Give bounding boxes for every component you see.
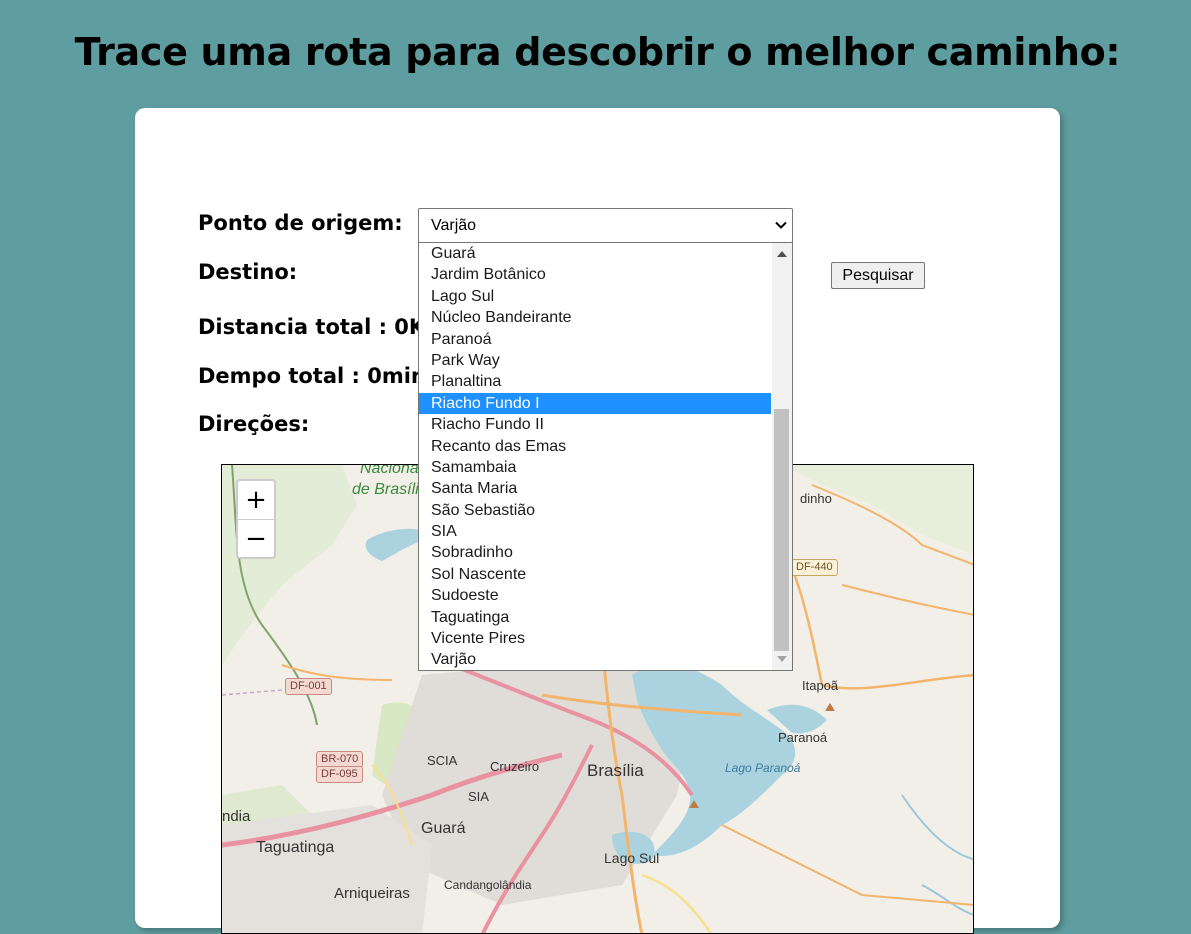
map-label: Cruzeiro <box>490 759 540 774</box>
origin-label: Ponto de origem: <box>198 211 403 235</box>
dropdown-option[interactable]: Sudoeste <box>419 585 771 606</box>
map-label: Guará <box>421 820 466 837</box>
chevron-down-icon <box>775 221 787 229</box>
map-label: ndia <box>222 808 251 825</box>
dropdown-option[interactable]: São Sebastião <box>419 500 771 521</box>
zoom-out-button[interactable]: − <box>238 520 274 558</box>
map-label: Brasília <box>587 761 644 780</box>
origin-select-value: Varjão <box>431 217 477 234</box>
directions-label: Direções: <box>198 412 310 436</box>
map-label: SIA <box>468 789 489 804</box>
page-title: Trace uma rota para descobrir o melhor c… <box>74 30 1121 74</box>
map-label: Taguatinga <box>256 839 335 856</box>
dropdown-option[interactable]: Samambaia <box>419 457 771 478</box>
map-label: Paranoá <box>778 730 828 745</box>
scrollbar[interactable] <box>772 243 792 670</box>
map-label: Arniqueiras <box>334 885 410 902</box>
dropdown-option[interactable]: Sobradinho <box>419 542 771 563</box>
road-shield: DF-095 <box>316 766 363 783</box>
map-label: Candangolândia <box>444 878 532 892</box>
map-label: Lago Sul <box>604 850 660 866</box>
destination-label: Destino: <box>198 260 298 284</box>
dropdown-option[interactable]: Riacho Fundo I <box>419 392 771 415</box>
dropdown-option[interactable]: Santa Maria <box>419 478 771 499</box>
dropdown-option[interactable]: Taguatinga <box>419 607 771 628</box>
dropdown-option[interactable]: Sol Nascente <box>419 564 771 585</box>
map-label: Itapoã <box>802 678 839 693</box>
zoom-control: + − <box>236 479 276 559</box>
dropdown-option[interactable]: SIA <box>419 521 771 542</box>
dropdown-option[interactable]: Núcleo Bandeirante <box>419 307 771 328</box>
dropdown-option[interactable]: Riacho Fundo II <box>419 414 771 435</box>
dropdown-option[interactable]: Lago Sul <box>419 286 771 307</box>
dropdown-option[interactable]: Park Way <box>419 350 771 371</box>
map-label: SCIA <box>427 753 458 768</box>
search-button[interactable]: Pesquisar <box>831 262 925 289</box>
dropdown-option[interactable]: Jardim Botânico <box>419 264 771 285</box>
dropdown-option[interactable]: Guará <box>419 243 771 264</box>
scroll-up-arrow-icon[interactable] <box>777 251 787 257</box>
scrollbar-thumb[interactable] <box>774 409 789 651</box>
map-label: Lago Paranoá <box>725 761 801 775</box>
map-label: de Brasília <box>352 481 428 498</box>
map-label: Nacional <box>360 464 423 477</box>
dropdown-option[interactable]: Planaltina <box>419 371 771 392</box>
dropdown-option[interactable]: Varjão <box>419 649 771 670</box>
total-time: Dempo total : 0min <box>198 364 426 388</box>
road-shield: DF-440 <box>791 559 838 576</box>
dropdown-option[interactable]: Paranoá <box>419 329 771 350</box>
scroll-down-arrow-icon[interactable] <box>777 656 787 662</box>
origin-select[interactable]: Varjão <box>418 208 793 243</box>
origin-dropdown-list[interactable]: Guará Jardim Botânico Lago Sul Núcleo Bande… <box>418 242 793 671</box>
road-shield: DF-001 <box>285 678 332 695</box>
dropdown-options: Guará Jardim Botânico Lago Sul Núcleo Bande… <box>419 243 792 670</box>
dropdown-option[interactable]: Vicente Pires <box>419 628 771 649</box>
map-label: dinho <box>800 491 832 506</box>
dropdown-option[interactable]: Recanto das Emas <box>419 436 771 457</box>
total-distance: Distancia total : 0Km <box>198 315 448 339</box>
zoom-in-button[interactable]: + <box>238 481 274 520</box>
